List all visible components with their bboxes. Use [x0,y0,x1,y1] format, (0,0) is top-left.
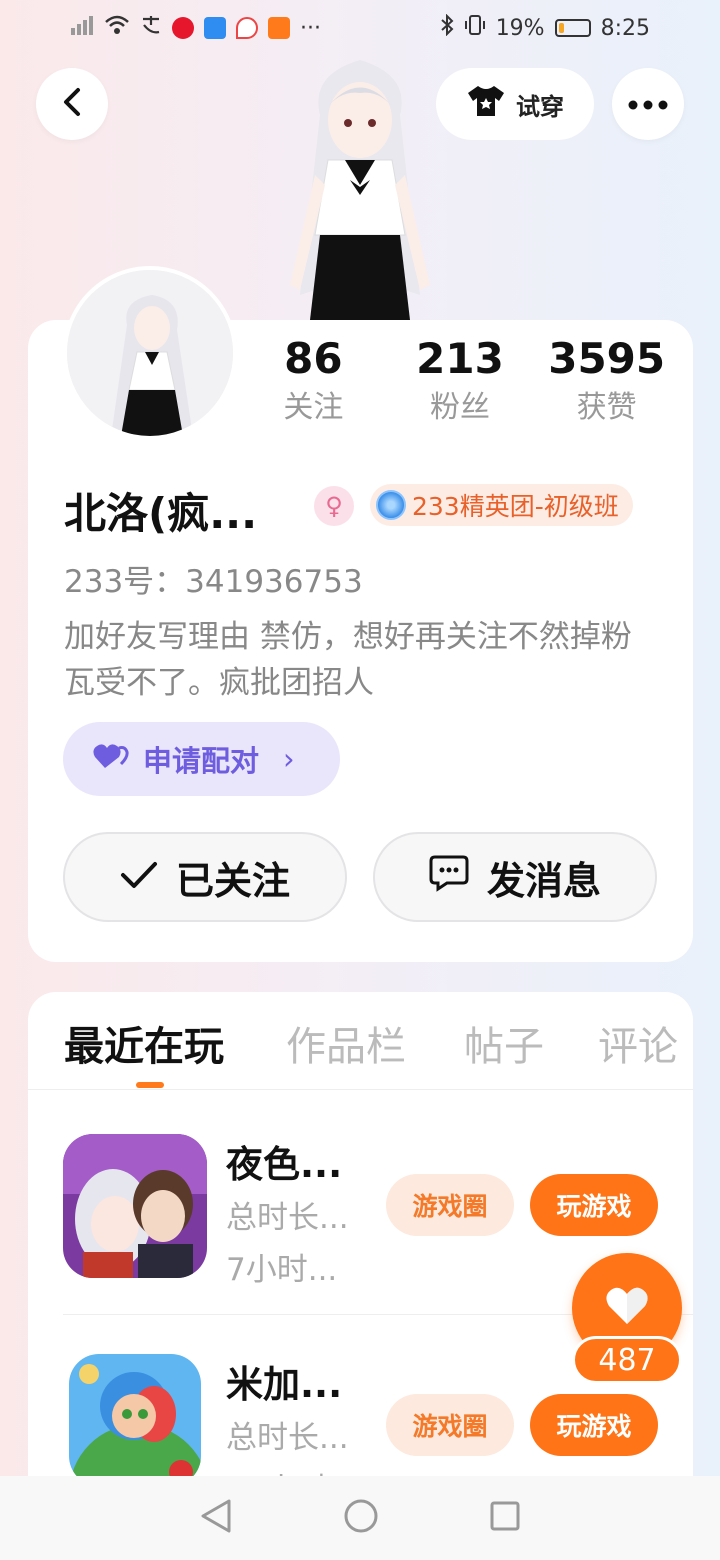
vibrate-icon [464,14,486,42]
stat-value: 213 [416,334,504,383]
following-label: 已关注 [175,858,290,903]
more-dots-icon [628,95,668,114]
stat-following[interactable]: 86 关注 [240,332,387,430]
play-game-button[interactable]: 玩游戏 [530,1174,658,1236]
tab-recently-played[interactable]: 最近在玩 [64,1014,224,1072]
heart-icon [605,1286,649,1330]
tshirt-icon [466,84,506,124]
signal-icon [70,14,94,42]
status-icons-right: 19% 8:25 [440,13,650,42]
profile-tabs: 最近在玩 作品栏 帖子 评论 [28,992,693,1090]
battery-percent: 19% [495,15,545,41]
alipay-icon [140,14,162,42]
bluetooth-icon [440,13,454,42]
back-arrow-icon [60,86,84,122]
clock: 8:25 [600,15,650,41]
user-bio: 加好友写理由 禁仿，想好再关注不然掉粉瓦受不了。疯批团招人 [64,619,632,701]
battery-icon [554,19,591,37]
profile-stats: 86 关注 213 粉丝 3595 获赞 [240,332,680,430]
back-button[interactable] [36,68,108,140]
game-title: 夜色... [226,1143,343,1186]
video-app-icon [268,17,290,39]
nav-home-icon[interactable] [343,1498,379,1538]
rank-badge-label: 233精英团-初级班 [412,492,619,521]
like-count: 487 [572,1336,682,1384]
following-button[interactable]: 已关注 [63,832,347,922]
rank-badge[interactable]: 233精英团-初级班 [370,484,633,526]
stat-value: 86 [284,334,343,383]
try-on-button[interactable]: 试穿 [436,68,594,140]
stat-label: 关注 [283,390,344,425]
weibo-icon [172,17,194,39]
check-icon [120,855,158,899]
game-total-playtime-label: 总时长... [226,1200,349,1236]
stat-likes[interactable]: 3595 获赞 [533,332,680,430]
send-message-button[interactable]: 发消息 [373,832,657,922]
send-message-label: 发消息 [486,858,601,903]
nav-recents-icon[interactable] [489,1500,521,1536]
system-nav-bar [0,1476,720,1560]
apply-pair-button[interactable]: 申请配对 › [63,722,340,796]
user-id: 233号：341936753 [64,564,363,600]
tab-posts[interactable]: 帖子 [464,1014,544,1072]
battery-level [558,23,564,33]
status-icons-left: ··· [70,14,321,42]
game-playtime: 7小时... [226,1252,338,1288]
game-circle-button[interactable]: 游戏圈 [386,1174,514,1236]
female-gender-icon: ♀ [314,486,354,526]
game-total-playtime-label: 总时长... [226,1420,349,1456]
more-options-button[interactable] [612,68,684,140]
stat-label: 粉丝 [430,390,490,425]
cloud-app-icon [204,17,226,39]
tab-works[interactable]: 作品栏 [286,1014,406,1072]
stat-label: 获赞 [576,390,637,425]
active-tab-indicator [136,1082,164,1088]
rank-medal-icon [376,490,406,520]
play-game-button[interactable]: 玩游戏 [530,1394,658,1456]
wifi-icon [104,14,130,42]
apply-pair-label: 申请配对 [143,744,260,778]
try-on-label: 试穿 [516,92,564,121]
game-icon[interactable] [63,1134,207,1278]
status-bar: ··· 19% 8:25 [0,0,720,56]
stat-followers[interactable]: 213 粉丝 [387,332,534,430]
game-title: 米加... [226,1363,343,1406]
heart-pair-icon [93,742,129,777]
game-icon[interactable] [69,1354,201,1486]
username: 北洛(疯... [64,489,258,538]
game-circle-button[interactable]: 游戏圈 [386,1394,514,1456]
avatar[interactable] [63,266,237,440]
chevron-right-icon: › [283,742,295,776]
nav-back-icon[interactable] [199,1498,233,1538]
avatar-character-illustration [270,55,450,325]
stat-value: 3595 [548,334,666,383]
chat-bubble-icon [429,854,469,901]
more-status-icon: ··· [300,15,321,41]
map-pin-icon [236,17,258,39]
tab-comments[interactable]: 评论 [598,1014,678,1072]
